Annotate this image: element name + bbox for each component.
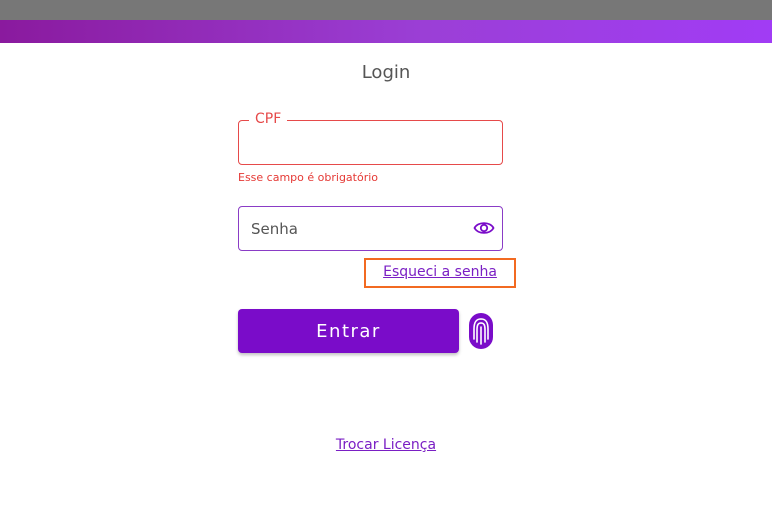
- header-accent-bar: [0, 20, 772, 43]
- change-license-link[interactable]: Trocar Licença: [0, 437, 772, 453]
- password-input[interactable]: [251, 207, 461, 250]
- cpf-input[interactable]: [251, 121, 491, 164]
- eye-icon[interactable]: [473, 219, 495, 237]
- page-title: Login: [361, 62, 411, 83]
- forgot-password-link[interactable]: Esqueci a senha: [366, 264, 514, 280]
- fingerprint-icon[interactable]: [466, 311, 496, 351]
- status-bar: [0, 0, 772, 20]
- cpf-error-message: Esse campo é obrigatório: [238, 171, 379, 184]
- cpf-field[interactable]: CPF: [238, 111, 503, 165]
- login-button[interactable]: Entrar: [238, 309, 459, 353]
- forgot-password-highlight: Esqueci a senha: [364, 258, 516, 288]
- password-field[interactable]: [238, 206, 503, 251]
